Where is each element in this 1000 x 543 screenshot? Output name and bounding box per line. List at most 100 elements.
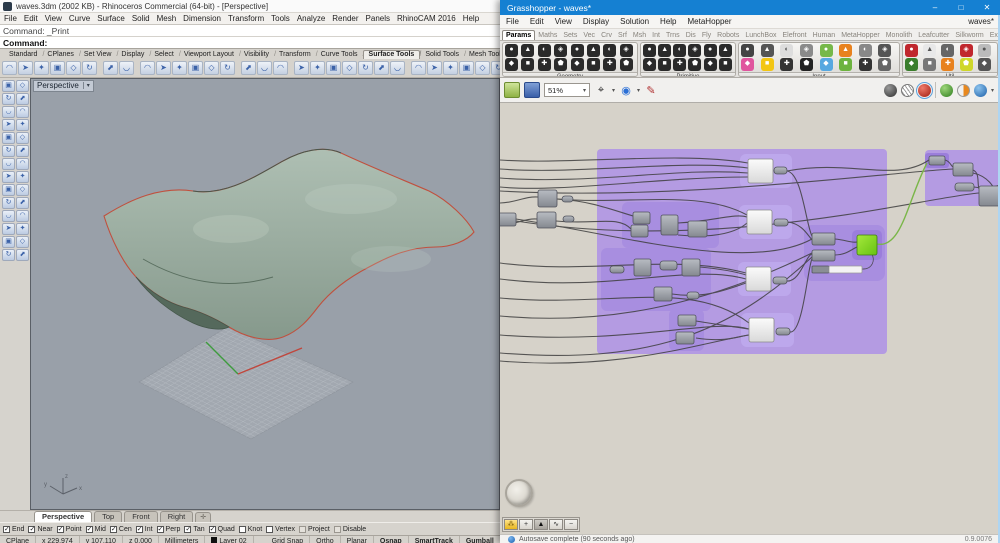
toolbar-icon[interactable]: ◠ <box>273 61 288 75</box>
tab-msh[interactable]: Msh <box>630 31 649 40</box>
osnap-knot[interactable]: ✓Knot <box>238 525 262 533</box>
save-file-icon[interactable] <box>524 82 540 98</box>
status-ortho[interactable]: Ortho <box>310 536 341 543</box>
node[interactable] <box>687 220 708 238</box>
toolbar-icon[interactable]: ◇ <box>342 61 357 75</box>
tab-fly[interactable]: Fly <box>699 31 714 40</box>
palette-tool-icon[interactable]: ⬈ <box>16 93 29 105</box>
node[interactable] <box>653 286 673 302</box>
tab-dis[interactable]: Dis <box>683 31 699 40</box>
document-preview-settings-icon[interactable] <box>973 83 987 97</box>
toolbar-icon[interactable]: ⬈ <box>374 61 389 75</box>
paint-mode-icon[interactable]: ⁂ <box>504 519 518 530</box>
node[interactable] <box>811 249 836 262</box>
toolbar-tab-solid-tools[interactable]: Solid Tools <box>420 51 465 59</box>
menu-edit[interactable]: Edit <box>24 14 38 23</box>
osnap-int[interactable]: ✓ Int <box>135 525 153 533</box>
status-units[interactable]: Millimeters <box>159 536 206 543</box>
palette-tool-icon[interactable]: ✦ <box>16 171 29 183</box>
primitive-group-label[interactable]: Primitive▪ <box>641 72 735 76</box>
preview-wireframe-icon[interactable] <box>900 83 914 97</box>
component-icon[interactable]: ✚ <box>673 58 687 71</box>
component-icon[interactable]: ■ <box>923 58 937 71</box>
component-icon[interactable]: ◐ <box>941 44 955 57</box>
component-icon[interactable]: ⬟ <box>554 58 568 71</box>
wave-surface[interactable] <box>103 148 475 340</box>
tab-monolith[interactable]: Monolith <box>883 31 915 40</box>
palette-tool-icon[interactable]: ➤ <box>2 171 15 183</box>
palette-tool-icon[interactable]: ➤ <box>2 223 15 235</box>
tab-elefront[interactable]: Elefront <box>779 31 809 40</box>
toolbar-tab-transform[interactable]: Transform <box>274 51 317 59</box>
toolbar-icon[interactable]: ▣ <box>188 61 203 75</box>
component-icon[interactable]: ✚ <box>858 58 872 71</box>
osnap-quad[interactable]: ✓ Quad <box>208 525 235 533</box>
node[interactable] <box>633 258 652 277</box>
component-icon[interactable]: ■ <box>658 58 672 71</box>
menu-help[interactable]: Help <box>463 14 479 23</box>
menu-file[interactable]: File <box>4 14 17 23</box>
component-icon[interactable]: ◈ <box>554 44 568 57</box>
component-icon[interactable]: ⬟ <box>799 58 813 71</box>
zoom-extents-icon[interactable]: ⌖ <box>594 84 608 97</box>
component-icon[interactable]: ◆ <box>570 58 584 71</box>
component-icon[interactable]: ● <box>977 44 991 57</box>
preview-caret-icon[interactable]: ▾ <box>637 87 640 94</box>
viewport-tab-top[interactable]: Top <box>94 511 123 522</box>
node[interactable] <box>978 185 1000 207</box>
component-icon[interactable]: ▲ <box>718 44 732 57</box>
palette-tool-icon[interactable]: ◠ <box>16 210 29 222</box>
component-icon[interactable]: ◈ <box>619 44 633 57</box>
menu-curve[interactable]: Curve <box>69 14 90 23</box>
toolbar-icon[interactable]: ▣ <box>459 61 474 75</box>
osnap-mid[interactable]: ✓ Mid <box>85 525 106 533</box>
node[interactable] <box>677 314 697 327</box>
viewport-tab-right[interactable]: Right <box>159 511 194 522</box>
toolbar-icon[interactable]: ⬈ <box>103 61 118 75</box>
menu-solid[interactable]: Solid <box>132 14 150 23</box>
tab-params[interactable]: Params <box>502 30 536 40</box>
param-capsule[interactable] <box>773 218 789 227</box>
palette-tool-icon[interactable]: ◡ <box>2 158 15 170</box>
zoom-extents-caret-icon[interactable]: ▾ <box>612 87 615 94</box>
toolbar-tab-viewport-layout[interactable]: Viewport Layout <box>179 51 241 59</box>
component-icon[interactable]: ▲ <box>760 44 774 57</box>
component-icon[interactable]: ■ <box>839 58 853 71</box>
wire-style-icon[interactable]: ∿ <box>549 519 563 530</box>
toolbar-icon[interactable]: ◡ <box>257 61 272 75</box>
palette-tool-icon[interactable]: ◇ <box>16 184 29 196</box>
param-capsule[interactable] <box>954 182 975 192</box>
component-icon[interactable]: ◆ <box>977 58 991 71</box>
panel-node[interactable] <box>748 317 775 343</box>
node[interactable] <box>952 162 974 177</box>
palette-tool-icon[interactable]: ⬈ <box>16 249 29 261</box>
new-viewport-tab-button[interactable]: ✛ <box>195 512 212 522</box>
component-icon[interactable]: ▲ <box>521 44 535 57</box>
component-icon[interactable]: ◈ <box>878 44 892 57</box>
menu-transform[interactable]: Transform <box>228 14 264 23</box>
palette-tool-icon[interactable]: ▣ <box>2 236 15 248</box>
subgroup-2[interactable] <box>601 248 711 311</box>
component-icon[interactable]: ◈ <box>688 44 702 57</box>
param-capsule[interactable] <box>561 195 574 203</box>
tab-int[interactable]: Int <box>649 31 663 40</box>
toolbar-icon[interactable]: ◡ <box>119 61 134 75</box>
toolbar-icon[interactable]: ◡ <box>390 61 405 75</box>
toolbar-tab-set-view[interactable]: Set View <box>79 51 118 59</box>
node[interactable] <box>500 212 517 227</box>
toolbar-icon[interactable]: ↻ <box>220 61 235 75</box>
status-cplane[interactable]: CPlane <box>0 536 36 543</box>
menu-surface[interactable]: Surface <box>97 14 125 23</box>
component-icon[interactable]: ✚ <box>537 58 551 71</box>
tab-maths[interactable]: Maths <box>535 31 560 40</box>
osnap-project[interactable]: ✓Project <box>299 525 330 533</box>
slider-track[interactable] <box>828 265 863 274</box>
input-group-label[interactable]: Input▪ <box>739 72 899 76</box>
palette-tool-icon[interactable]: ◇ <box>16 80 29 92</box>
osnap-tan[interactable]: ✓ Tan <box>184 525 205 533</box>
menu-tools[interactable]: Tools <box>271 14 290 23</box>
osnap-cen[interactable]: ✓ Cen <box>109 525 132 533</box>
viewport-tab-perspective[interactable]: Perspective <box>34 511 93 522</box>
node[interactable] <box>632 211 651 225</box>
toolbar-icon[interactable]: ✦ <box>443 61 458 75</box>
